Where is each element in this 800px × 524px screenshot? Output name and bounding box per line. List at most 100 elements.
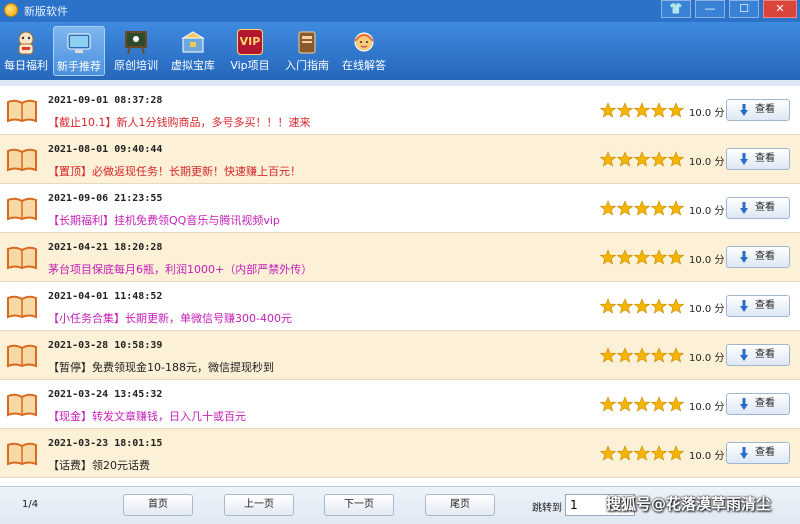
list-item[interactable]: 2021-03-23 18:01:15 【话费】领20元话费 10.0 分 查看 <box>0 429 800 478</box>
tool-label: 新手推荐 <box>57 60 101 73</box>
close-button[interactable]: ✕ <box>763 0 797 18</box>
tool-newbie-recommend[interactable]: 新手推荐 <box>53 26 105 76</box>
list-item[interactable]: 2021-09-01 08:37:28 【截止10.1】新人1分钱购商品，多号多买… <box>0 86 800 135</box>
tool-label: 入门指南 <box>285 59 329 72</box>
article-list: 2021-09-01 08:37:28 【截止10.1】新人1分钱购商品，多号多买… <box>0 86 800 486</box>
blackboard-icon <box>123 29 149 55</box>
item-title-link[interactable]: 【截止10.1】新人1分钱购商品，多号多买！！！速来 <box>48 114 311 130</box>
item-title-link[interactable]: 【长期福利】挂机免费领QQ音乐与腾讯视频vip <box>48 212 280 228</box>
download-arrow-icon <box>740 300 748 312</box>
lucky-cat-icon <box>13 29 39 55</box>
tool-online-answers[interactable]: 在线解答 <box>338 26 390 76</box>
minimize-button[interactable]: — <box>695 0 725 18</box>
item-date: 2021-03-28 10:58:39 <box>48 340 163 351</box>
book-icon <box>6 295 38 319</box>
rating-score: 10.0 分 <box>689 353 725 364</box>
rating-stars <box>599 395 685 413</box>
item-date: 2021-03-23 18:01:15 <box>48 438 163 449</box>
tool-getting-started[interactable]: 入门指南 <box>281 26 333 76</box>
download-arrow-icon <box>740 104 748 116</box>
item-title-link[interactable]: 【话费】领20元话费 <box>48 457 150 473</box>
item-date: 2021-09-01 08:37:28 <box>48 95 163 106</box>
list-item[interactable]: 2021-03-24 13:45:32 【现金】转发文章赚钱，日入几十或百元 10.… <box>0 380 800 429</box>
download-arrow-icon <box>740 349 748 361</box>
view-button[interactable]: 查看 <box>726 393 790 415</box>
item-date: 2021-09-06 21:23:55 <box>48 193 163 204</box>
rating-stars <box>599 297 685 315</box>
skin-icon[interactable]: 👕 <box>661 0 691 18</box>
view-button-label: 查看 <box>755 153 775 164</box>
page-indicator: 1/4 <box>22 499 39 510</box>
view-button-label: 查看 <box>755 202 775 213</box>
book-icon <box>6 246 38 270</box>
rating-score: 10.0 分 <box>689 304 725 315</box>
item-title-link[interactable]: 【置顶】必做返现任务！长期更新！快速赚上百元！ <box>48 163 301 179</box>
download-arrow-icon <box>740 153 748 165</box>
download-arrow-icon <box>740 202 748 214</box>
support-agent-icon <box>351 29 377 55</box>
book-icon <box>6 344 38 368</box>
title-bar: 新版软件 👕 — ☐ ✕ <box>0 0 800 22</box>
book-icon <box>6 197 38 221</box>
jump-label: 跳转到 <box>532 503 562 514</box>
rating-stars <box>599 444 685 462</box>
book-icon <box>6 99 38 123</box>
download-arrow-icon <box>740 251 748 263</box>
rating-stars <box>599 101 685 119</box>
app-logo-icon <box>4 3 18 17</box>
book-icon <box>6 393 38 417</box>
item-title-link[interactable]: 【暂停】免费领现金10-188元，微信提现秒到 <box>48 359 274 375</box>
view-button[interactable]: 查看 <box>726 246 790 268</box>
tool-vip-project[interactable]: VIP Vip项目 <box>224 26 276 76</box>
rating-score: 10.0 分 <box>689 157 725 168</box>
tool-original-training[interactable]: 原创培训 <box>110 26 162 76</box>
book-icon <box>6 148 38 172</box>
list-item[interactable]: 2021-08-01 09:40:44 【置顶】必做返现任务！长期更新！快速赚上百… <box>0 135 800 184</box>
item-title-link[interactable]: 【小任务合集】长期更新，单微信号赚300-400元 <box>48 310 292 326</box>
view-button[interactable]: 查看 <box>726 99 790 121</box>
tool-label: 每日福利 <box>4 59 48 72</box>
first-page-button[interactable]: 首页 <box>123 494 193 516</box>
view-button[interactable]: 查看 <box>726 197 790 219</box>
rating-score: 10.0 分 <box>689 451 725 462</box>
last-page-button[interactable]: 尾页 <box>425 494 495 516</box>
item-date: 2021-03-24 13:45:32 <box>48 389 163 400</box>
watermark-text: 搜狐号@花落漠草雨清尘 <box>606 495 772 513</box>
item-date: 2021-04-21 18:20:28 <box>48 242 163 253</box>
item-title-link[interactable]: 【现金】转发文章赚钱，日入几十或百元 <box>48 408 246 424</box>
rating-stars <box>599 346 685 364</box>
item-title-link[interactable]: 茅台项目保底每月6瓶，利润1000+（内部严禁外传） <box>48 261 312 277</box>
view-button[interactable]: 查看 <box>726 295 790 317</box>
view-button-label: 查看 <box>755 104 775 115</box>
item-date: 2021-08-01 09:40:44 <box>48 144 163 155</box>
list-item[interactable]: 2021-04-21 18:20:28 茅台项目保底每月6瓶，利润1000+（内部… <box>0 233 800 282</box>
rating-stars <box>599 150 685 168</box>
download-arrow-icon <box>740 447 748 459</box>
rating-score: 10.0 分 <box>689 108 725 119</box>
main-toolbar: 每日福利 新手推荐 原创培训 虚拟宝库 VIP Vip项目 入门指南 在线解答 <box>0 22 800 80</box>
view-button[interactable]: 查看 <box>726 344 790 366</box>
view-button[interactable]: 查看 <box>726 442 790 464</box>
list-item[interactable]: 2021-09-06 21:23:55 【长期福利】挂机免费领QQ音乐与腾讯视频v… <box>0 184 800 233</box>
tool-label: 在线解答 <box>342 59 386 72</box>
next-page-button[interactable]: 下一页 <box>324 494 394 516</box>
tool-virtual-treasury[interactable]: 虚拟宝库 <box>167 26 219 76</box>
list-item[interactable]: 2021-03-28 10:58:39 【暂停】免费领现金10-188元，微信提现… <box>0 331 800 380</box>
tool-label: 虚拟宝库 <box>171 59 215 72</box>
treasure-box-icon <box>180 29 206 55</box>
view-button-label: 查看 <box>755 398 775 409</box>
monitor-icon <box>66 30 92 56</box>
maximize-button[interactable]: ☐ <box>729 0 759 18</box>
view-button-label: 查看 <box>755 251 775 262</box>
rating-score: 10.0 分 <box>689 255 725 266</box>
download-arrow-icon <box>740 398 748 410</box>
view-button-label: 查看 <box>755 447 775 458</box>
rating-score: 10.0 分 <box>689 206 725 217</box>
prev-page-button[interactable]: 上一页 <box>224 494 294 516</box>
list-item[interactable]: 2021-04-01 11:48:52 【小任务合集】长期更新，单微信号赚300-… <box>0 282 800 331</box>
view-button-label: 查看 <box>755 349 775 360</box>
book-guide-icon <box>294 29 320 55</box>
view-button[interactable]: 查看 <box>726 148 790 170</box>
tool-daily-bonus[interactable]: 每日福利 <box>0 26 52 76</box>
tool-label: 原创培训 <box>114 59 158 72</box>
